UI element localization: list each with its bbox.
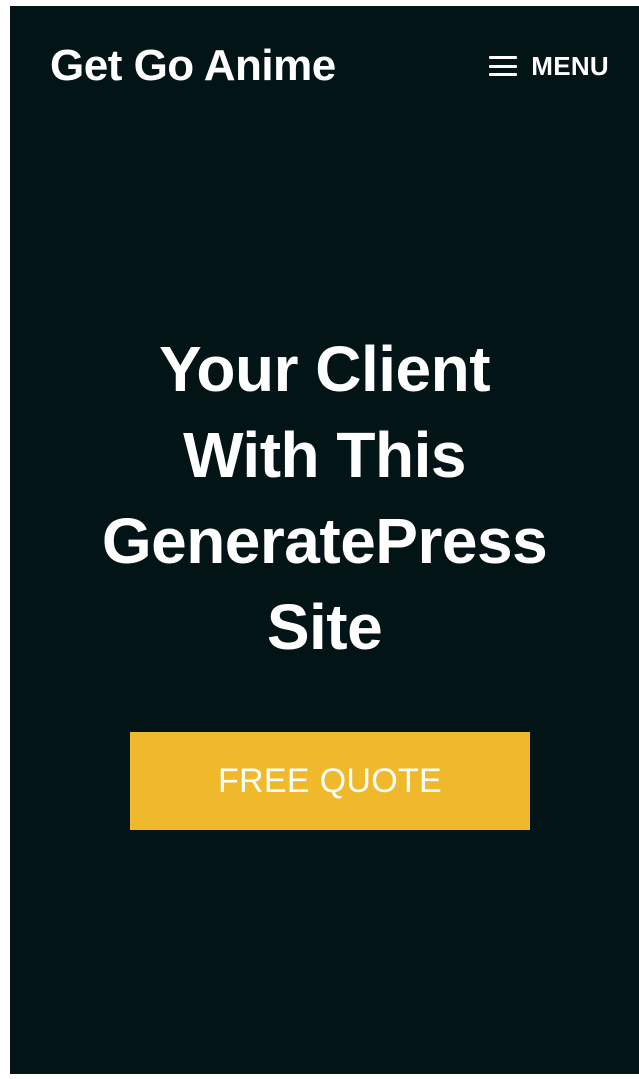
hero-title-line: Site <box>266 591 383 663</box>
hero-section: Your Client With This GeneratePress Site <box>10 326 639 670</box>
hamburger-icon <box>489 55 518 77</box>
menu-toggle-button[interactable]: MENU <box>489 46 609 86</box>
page-frame: Get Go Anime MENU Your Client With This … <box>10 6 639 1074</box>
hamburger-line <box>489 64 518 68</box>
hero-title-line: Your Client <box>158 333 491 405</box>
hero-title: Your Client With This GeneratePress Site <box>10 326 639 670</box>
site-title-link[interactable]: Get Go Anime <box>50 38 336 94</box>
hero-title-line: With This <box>183 419 466 491</box>
menu-label: MENU <box>531 50 609 81</box>
hero-title-line: GeneratePress <box>101 505 548 577</box>
hamburger-line <box>489 73 518 76</box>
hamburger-line <box>489 56 518 59</box>
free-quote-button[interactable]: FREE QUOTE <box>130 732 530 830</box>
site-header: Get Go Anime MENU <box>10 6 639 126</box>
